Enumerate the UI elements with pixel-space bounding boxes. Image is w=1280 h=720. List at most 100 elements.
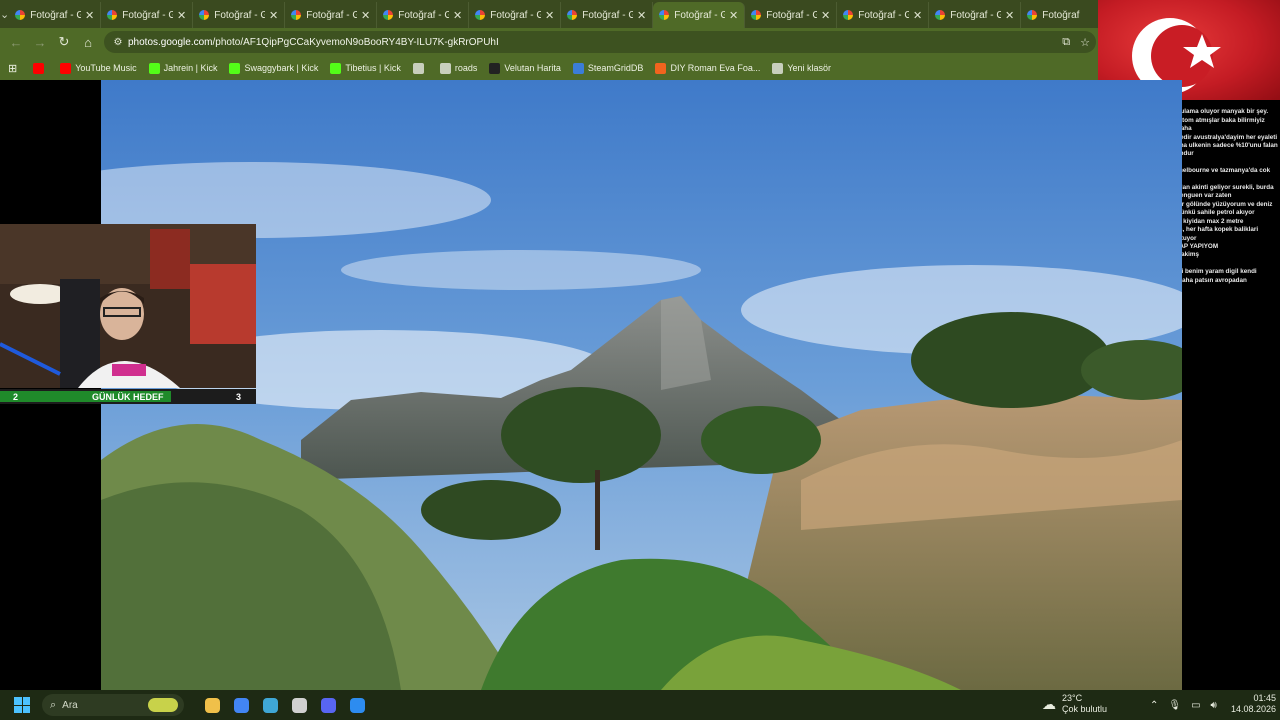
- chevron-up-icon[interactable]: ⌃: [1150, 700, 1158, 711]
- close-icon[interactable]: ✕: [637, 9, 646, 22]
- streamer-webcam-image: [0, 224, 256, 388]
- browser-tab[interactable]: Fotoğraf - Go ✕: [9, 2, 102, 28]
- search-icon: ⌕: [50, 698, 57, 711]
- bookmark-item[interactable]: Yeni klasör: [772, 62, 832, 74]
- bookmark-item[interactable]: [412, 62, 428, 74]
- webcam-overlay: [0, 224, 256, 388]
- tab-title: Fotoğraf - Go: [674, 9, 725, 21]
- bookmark-item[interactable]: Jahrein | Kick: [148, 62, 218, 74]
- browser-tab[interactable]: Fotoğraf - Go ✕: [469, 2, 562, 28]
- close-icon[interactable]: ✕: [1005, 9, 1014, 22]
- browser-tab[interactable]: Fotoğraf - Go ✕: [193, 2, 286, 28]
- bookmark-item[interactable]: Velutan Harita: [489, 62, 561, 74]
- browser-tab[interactable]: Fotoğraf - Go ✕: [285, 2, 378, 28]
- bookmark-label: Yeni klasör: [787, 63, 832, 73]
- tab-title: Fotoğraf - Go: [858, 9, 909, 21]
- google-photos-icon: [107, 10, 118, 20]
- site-info-icon[interactable]: ⚙: [108, 37, 128, 48]
- globe-icon: [412, 62, 424, 74]
- file-explorer-icon[interactable]: [201, 694, 223, 716]
- goal-label: GÜNLÜK HEDEF: [92, 391, 164, 402]
- clock-date: 14.08.2026: [1230, 704, 1276, 714]
- reload-button[interactable]: ↻: [52, 30, 76, 54]
- bookmark-label: Velutan Harita: [504, 63, 561, 73]
- bookmark-item[interactable]: DIY Roman Eva Foa...: [655, 62, 761, 74]
- tab-title: Fotoğraf - Go: [490, 9, 541, 21]
- tab-title: Fotoğraf - Go: [122, 9, 173, 21]
- bookmark-item[interactable]: Tibetius | Kick: [330, 62, 401, 74]
- search-highlight-icon: [148, 698, 178, 712]
- kick-icon: [330, 62, 342, 74]
- bookmark-item[interactable]: YouTube Music: [60, 62, 137, 74]
- google-photos-icon: [659, 10, 670, 20]
- bookmark-label: Swaggybark | Kick: [244, 63, 319, 73]
- system-tray: ⌃ 🎙︎ ▭ 🔊︎: [1150, 690, 1217, 720]
- google-photos-icon: [15, 10, 26, 20]
- close-icon[interactable]: ✕: [85, 9, 94, 22]
- google-photos-icon: [1027, 10, 1038, 20]
- browser-tab[interactable]: Fotoğraf - Go ✕: [929, 2, 1022, 28]
- tab-strip: ⌄ Fotoğraf - Go ✕ Fotoğraf - Go ✕ Fotoğraf -…: [0, 0, 1114, 28]
- close-icon[interactable]: ✕: [453, 9, 462, 22]
- google-photos-icon: [475, 10, 486, 20]
- bookmark-label: SteamGridDB: [587, 63, 644, 73]
- tab-search-button[interactable]: ⌄: [0, 0, 9, 28]
- bookmark-item[interactable]: [33, 62, 48, 74]
- close-icon[interactable]: ✕: [545, 9, 554, 22]
- close-icon[interactable]: ✕: [913, 9, 922, 22]
- tab-title: Fotoğraf: [1042, 9, 1080, 21]
- app-diamond-icon[interactable]: [259, 694, 281, 716]
- weather-desc: Çok bulutlu: [1062, 704, 1108, 714]
- tab-title: Fotoğraf - Go: [306, 9, 357, 21]
- apps-grid-icon[interactable]: ⊞: [8, 62, 17, 75]
- forward-button[interactable]: →: [28, 30, 52, 54]
- back-button[interactable]: ←: [4, 30, 28, 54]
- map-icon: [489, 62, 501, 74]
- bookmark-item[interactable]: Swaggybark | Kick: [229, 62, 319, 74]
- tab-title: Fotoğraf - Go: [766, 9, 817, 21]
- bookmark-label: Tibetius | Kick: [345, 63, 401, 73]
- landscape-photo[interactable]: [101, 80, 1182, 690]
- bookmarks-bar: ⊞ YouTube Music Jahrein | Kick Swaggybark …: [0, 56, 1100, 80]
- network-icon[interactable]: ▭: [1191, 700, 1200, 711]
- bookmark-item[interactable]: roads: [439, 62, 477, 74]
- app-blue-icon[interactable]: [346, 694, 368, 716]
- navigation-bar: ← → ↻ ⌂ ⚙ photos.google.com/photo/AF1Qip…: [0, 28, 1100, 56]
- browser-tab[interactable]: Fotoğraf - Go ✕: [653, 2, 746, 28]
- volume-icon[interactable]: 🔊︎: [1211, 700, 1217, 711]
- close-icon[interactable]: ✕: [177, 9, 186, 22]
- bookmark-label: YouTube Music: [75, 63, 137, 73]
- youtube-icon: [33, 62, 45, 74]
- browser-tab[interactable]: Fotoğraf - Go ✕: [837, 2, 930, 28]
- bookmark-label: DIY Roman Eva Foa...: [670, 63, 761, 73]
- browser-tab[interactable]: Fotoğraf - Go ✕: [561, 2, 654, 28]
- browser-tab[interactable]: Fotoğraf - Go ✕: [745, 2, 838, 28]
- chrome-icon[interactable]: [230, 694, 252, 716]
- etsy-icon: [655, 62, 667, 74]
- tab-title: Fotoğraf - Go: [398, 9, 449, 21]
- system-clock[interactable]: 01:45 14.08.2026: [1226, 693, 1276, 715]
- url-text[interactable]: photos.google.com/photo/AF1QipPgCCaKyvem…: [128, 37, 1062, 48]
- close-icon[interactable]: ✕: [361, 9, 370, 22]
- steamgrid-icon: [572, 62, 584, 74]
- bookmark-item[interactable]: SteamGridDB: [572, 62, 644, 74]
- bookmark-star-icon[interactable]: ☆: [1080, 36, 1090, 49]
- cloudy-weather-icon: ☁: [1042, 695, 1056, 712]
- taskbar-search[interactable]: ⌕ Ara: [42, 694, 184, 716]
- home-button[interactable]: ⌂: [76, 30, 100, 54]
- address-bar[interactable]: ⚙ photos.google.com/photo/AF1QipPgCCaKyv…: [104, 31, 1096, 53]
- obs-icon[interactable]: [288, 694, 310, 716]
- browser-tab[interactable]: Fotoğraf - Go ✕: [101, 2, 194, 28]
- install-app-icon[interactable]: ⧉: [1062, 36, 1070, 49]
- close-icon[interactable]: ✕: [729, 9, 738, 22]
- weather-widget[interactable]: ☁ 23°C Çok bulutlu: [1042, 693, 1107, 715]
- tab-title: Fotoğraf - Go: [582, 9, 633, 21]
- bookmark-label: Jahrein | Kick: [163, 63, 218, 73]
- tab-title: Fotoğraf - Go: [950, 9, 1001, 21]
- microphone-icon[interactable]: 🎙︎: [1168, 700, 1181, 711]
- start-button[interactable]: [14, 697, 30, 713]
- close-icon[interactable]: ✕: [821, 9, 830, 22]
- browser-tab[interactable]: Fotoğraf - Go ✕: [377, 2, 470, 28]
- close-icon[interactable]: ✕: [269, 9, 278, 22]
- discord-icon[interactable]: [317, 694, 339, 716]
